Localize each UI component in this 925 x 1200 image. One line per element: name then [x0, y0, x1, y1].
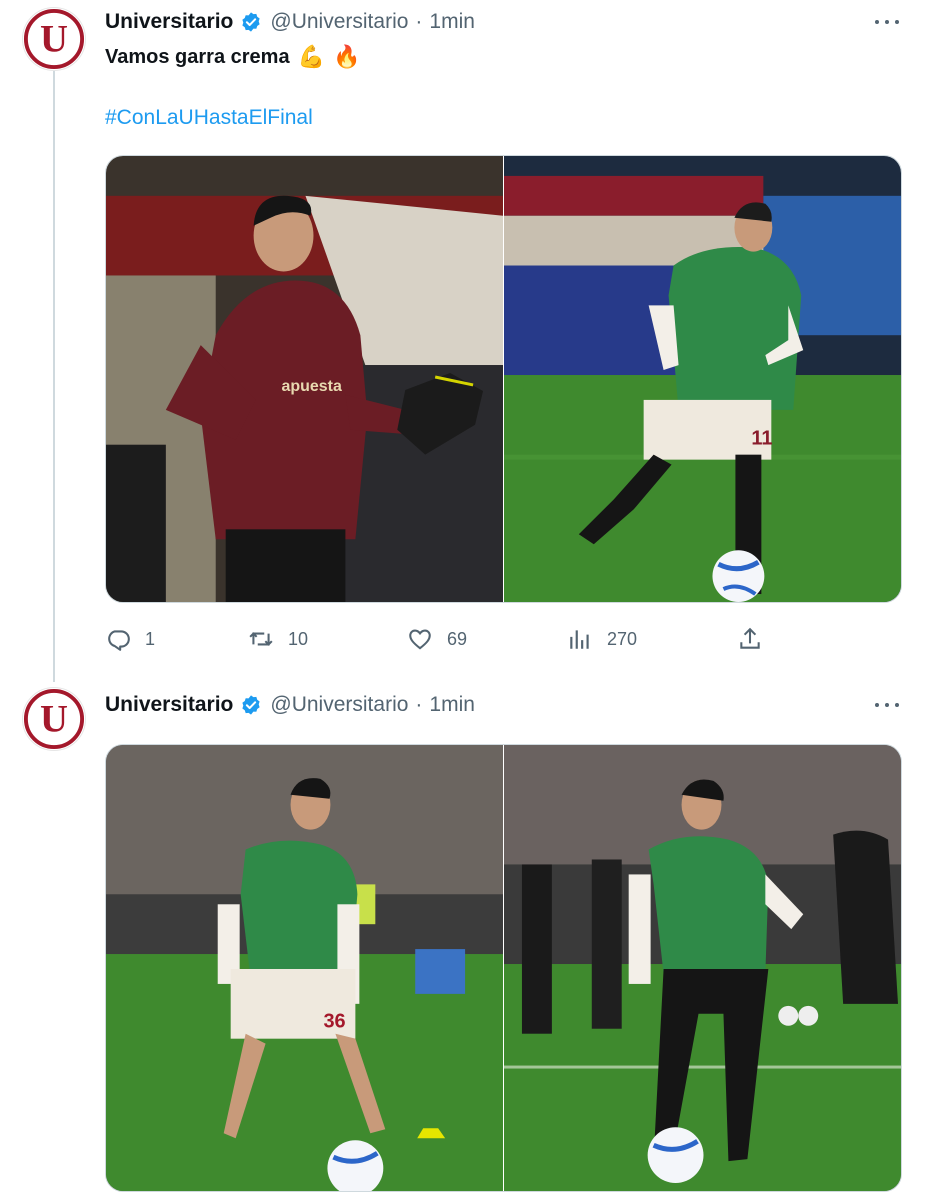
author-handle[interactable]: @Universitario [270, 693, 408, 717]
reply-button[interactable]: 1 [105, 622, 155, 656]
verified-icon [242, 695, 261, 715]
reply-count: 1 [145, 628, 156, 649]
svg-text:U: U [40, 18, 68, 61]
universitario-logo-icon: U [23, 688, 85, 750]
svg-text:36: 36 [323, 1011, 345, 1033]
like-button[interactable]: 69 [407, 622, 467, 656]
separator-dot: · [415, 10, 423, 33]
photo-player-36[interactable]: 36 [106, 745, 503, 1191]
views-icon [570, 630, 589, 649]
avatar[interactable]: U [22, 7, 86, 71]
like-icon [409, 629, 431, 650]
fire-emoji: 🔥 [332, 44, 361, 69]
tweet-text-content: Vamos garra crema [105, 45, 290, 68]
flexed-biceps-emoji: 💪 [297, 44, 325, 69]
more-icon[interactable] [873, 10, 901, 34]
tweet-header: Universitario @Universitario · 1min [105, 7, 475, 37]
tweet-header: Universitario @Universitario · 1min [105, 690, 475, 720]
author-name[interactable]: Universitario [105, 693, 233, 717]
share-icon [740, 627, 760, 649]
timestamp[interactable]: 1min [429, 10, 475, 34]
tweet-actions: 1 10 69 270 [105, 622, 795, 656]
photo-player-11[interactable]: 11 [504, 156, 901, 602]
author-name[interactable]: Universitario [105, 10, 233, 34]
photo-player-training[interactable] [504, 745, 901, 1191]
retweet-icon [249, 632, 273, 646]
separator-dot: · [415, 693, 423, 716]
view-count: 270 [607, 628, 638, 649]
media-grid: apuesta 11 [105, 155, 902, 603]
more-icon[interactable] [873, 693, 901, 717]
avatar[interactable]: U [22, 687, 86, 751]
svg-text:11: 11 [751, 428, 772, 450]
views-button[interactable]: 270 [567, 622, 637, 656]
retweet-button[interactable]: 10 [248, 622, 308, 656]
like-count: 69 [447, 628, 468, 649]
svg-text:U: U [40, 698, 68, 741]
share-button[interactable] [737, 622, 777, 656]
universitario-logo-icon: U [23, 8, 85, 70]
media-grid: 36 [105, 744, 902, 1192]
svg-text:apuesta: apuesta [282, 378, 342, 395]
hashtag-link[interactable]: #ConLaUHastaElFinal [105, 106, 313, 130]
tweet[interactable]: U Universitario @Universitario · 1min Va… [0, 0, 925, 682]
tweet[interactable]: U Universitario @Universitario · 1min 36 [0, 682, 925, 1200]
timestamp[interactable]: 1min [429, 693, 475, 717]
retweet-count: 10 [288, 628, 309, 649]
photo-goalkeeper[interactable]: apuesta [106, 156, 503, 602]
author-handle[interactable]: @Universitario [270, 10, 408, 34]
verified-icon [242, 12, 261, 32]
tweet-text: Vamos garra crema 💪 🔥 [105, 44, 360, 70]
reply-icon [108, 630, 130, 651]
